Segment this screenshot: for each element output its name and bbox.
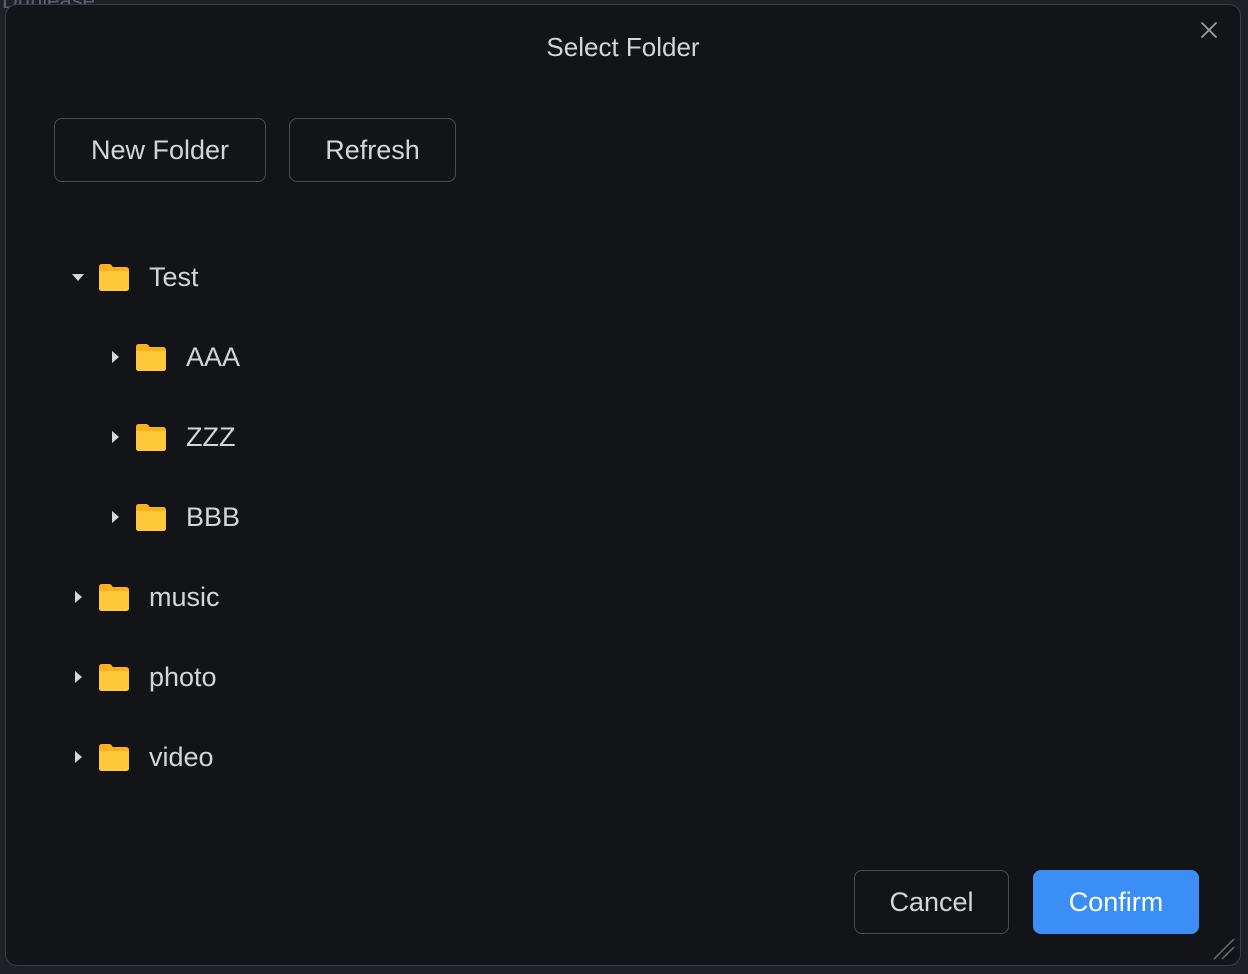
tree-node-aaa[interactable]: AAA [106, 337, 240, 377]
caret-right-icon[interactable] [69, 588, 87, 606]
select-folder-dialog: Select Folder New Folder Refresh Test AA… [5, 4, 1241, 966]
caret-right-icon[interactable] [69, 748, 87, 766]
caret-right-icon[interactable] [106, 428, 124, 446]
tree-node-zzz[interactable]: ZZZ [106, 417, 235, 457]
folder-icon [97, 661, 131, 693]
confirm-button[interactable]: Confirm [1033, 870, 1199, 934]
close-icon[interactable] [1198, 19, 1220, 41]
new-folder-button[interactable]: New Folder [54, 118, 266, 182]
tree-node-label: photo [149, 661, 217, 692]
folder-icon [97, 581, 131, 613]
cancel-button[interactable]: Cancel [854, 870, 1009, 934]
resize-handle-icon[interactable] [1210, 935, 1236, 961]
folder-icon [134, 341, 168, 373]
tree-node-label: Test [149, 261, 199, 292]
tree-node-label: video [149, 741, 214, 772]
tree-node-bbb[interactable]: BBB [106, 497, 240, 537]
tree-node-photo[interactable]: photo [69, 657, 217, 697]
tree-node-test[interactable]: Test [69, 257, 199, 297]
tree-node-label: ZZZ [186, 421, 236, 452]
folder-icon [97, 261, 131, 293]
folder-icon [134, 421, 168, 453]
tree-node-label: AAA [186, 341, 241, 372]
caret-right-icon[interactable] [106, 508, 124, 526]
caret-down-icon[interactable] [69, 268, 87, 286]
folder-icon [97, 741, 131, 773]
tree-node-label: music [149, 581, 220, 612]
tree-node-label: BBB [186, 501, 241, 532]
folder-icon [134, 501, 168, 533]
refresh-button[interactable]: Refresh [289, 118, 456, 182]
tree-node-music[interactable]: music [69, 577, 220, 617]
caret-right-icon[interactable] [106, 348, 124, 366]
tree-node-video[interactable]: video [69, 737, 214, 777]
dialog-title: Select Folder [546, 32, 700, 62]
caret-right-icon[interactable] [69, 668, 87, 686]
